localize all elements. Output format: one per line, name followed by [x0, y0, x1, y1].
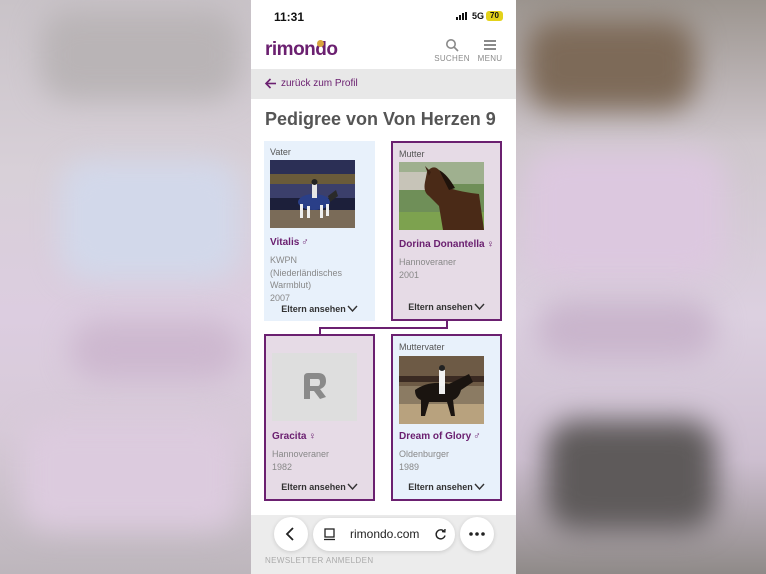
hamburger-icon	[484, 40, 496, 50]
chevron-down-icon	[474, 483, 485, 490]
horse-name[interactable]: Dorina Donantella ♀	[399, 239, 494, 250]
search-label: SUCHEN	[434, 54, 470, 63]
view-parents-button[interactable]: Eltern ansehen	[266, 482, 373, 492]
search-button[interactable]: SUCHEN	[432, 38, 472, 63]
address-bar[interactable]: rimondo.com	[313, 518, 455, 551]
view-parents-label: Eltern ansehen	[408, 302, 473, 312]
horse-year: 2001	[399, 269, 420, 280]
female-icon: ♀	[486, 239, 495, 250]
url-text[interactable]: rimondo.com	[350, 527, 419, 541]
tab-overview-icon[interactable]	[323, 528, 337, 541]
horse-breed: Hannoveraner	[272, 449, 330, 459]
horse-name[interactable]: Dream of Glory ♂	[399, 431, 481, 442]
horse-name-text[interactable]: Dorina Donantella	[399, 239, 485, 250]
newsletter-link[interactable]: NEWSLETTER ANMELDEN	[265, 556, 374, 565]
chevron-down-icon	[347, 305, 358, 312]
view-parents-label: Eltern ansehen	[281, 304, 346, 314]
pedigree-card-father[interactable]: Vater Vitalis ♂ KWPN (Niederländisches W…	[264, 141, 375, 321]
rimondo-placeholder-icon	[272, 353, 357, 421]
status-bar: 11:31 5G 70	[251, 0, 516, 32]
arrow-left-icon	[264, 78, 276, 89]
horse-year: 1982	[272, 461, 293, 472]
card-role-label: Vater	[270, 147, 291, 157]
card-role-label: Mutter	[399, 149, 425, 159]
more-options-button[interactable]	[460, 517, 494, 551]
horse-info: KWPN (Niederländisches Warmblut) 2007	[270, 254, 370, 304]
horse-photo-vitalis[interactable]	[270, 160, 355, 228]
pedigree-card-mother[interactable]: Mutter Dorina Donantella ♀ Hannoveraner 2…	[391, 141, 502, 321]
network-label: 5G	[472, 11, 485, 21]
horse-photo-dream-of-glory[interactable]	[399, 356, 484, 424]
chevron-down-icon	[347, 483, 358, 490]
horse-name-text[interactable]: Dream of Glory	[399, 431, 471, 442]
menu-button[interactable]: MENU	[470, 38, 510, 63]
page-title: Pedigree von Von Herzen 9	[265, 109, 496, 129]
phone-screen: 11:31 5G 70 rimondo SUCHEN MENU zurück z…	[251, 0, 516, 574]
pedigree-card-maternal-granddam[interactable]: Gracita ♀ Hannoveraner 1982 Eltern ansehe…	[264, 334, 375, 501]
reload-icon[interactable]	[434, 528, 447, 541]
horse-name-text[interactable]: Vitalis	[270, 237, 299, 248]
horse-info: Hannoveraner 2001	[399, 256, 499, 281]
view-parents-label: Eltern ansehen	[281, 482, 346, 492]
blurred-background-right	[516, 0, 766, 574]
horse-info: Hannoveraner 1982	[272, 448, 372, 473]
search-icon	[446, 39, 459, 52]
pedigree-connector-horizontal	[319, 327, 448, 329]
browser-back-button[interactable]	[274, 517, 308, 551]
view-parents-button[interactable]: Eltern ansehen	[264, 304, 375, 314]
battery-icon: 70	[486, 11, 503, 21]
chevron-left-icon	[285, 527, 294, 541]
female-icon: ♀	[308, 431, 316, 442]
chevron-down-icon	[474, 303, 485, 310]
site-header: rimondo SUCHEN MENU	[251, 32, 516, 69]
horse-name[interactable]: Vitalis ♂	[270, 237, 309, 248]
horse-breed: KWPN (Niederländisches Warmblut)	[270, 255, 343, 290]
horse-photo-placeholder	[272, 353, 357, 421]
logo-mark	[317, 40, 324, 47]
view-parents-button[interactable]: Eltern ansehen	[393, 302, 500, 312]
horse-breed: Oldenburger	[399, 449, 450, 459]
back-to-profile-bar[interactable]: zurück zum Profil	[251, 69, 516, 99]
horse-info: Oldenburger 1989	[399, 448, 499, 473]
horse-breed: Hannoveraner	[399, 257, 457, 267]
ellipsis-icon	[469, 532, 485, 536]
male-icon: ♂	[473, 431, 481, 442]
pedigree-card-maternal-grandsire[interactable]: Muttervater Dream of Glory ♂ Oldenburger …	[391, 334, 502, 501]
horse-name[interactable]: Gracita ♀	[272, 431, 316, 442]
view-parents-button[interactable]: Eltern ansehen	[393, 482, 500, 492]
menu-label: MENU	[477, 54, 503, 63]
male-icon: ♂	[301, 237, 309, 248]
horse-year: 1989	[399, 461, 420, 472]
back-to-profile-link[interactable]: zurück zum Profil	[281, 78, 358, 89]
horse-name-text[interactable]: Gracita	[272, 431, 306, 442]
card-role-label: Muttervater	[399, 342, 445, 352]
horse-photo-dorina-donantella[interactable]	[399, 162, 484, 230]
blurred-background-left	[0, 0, 251, 574]
view-parents-label: Eltern ansehen	[408, 482, 473, 492]
status-time: 11:31	[274, 10, 305, 24]
horse-year: 2007	[270, 292, 291, 303]
rimondo-logo[interactable]: rimondo	[265, 39, 338, 61]
signal-icon	[456, 12, 467, 20]
